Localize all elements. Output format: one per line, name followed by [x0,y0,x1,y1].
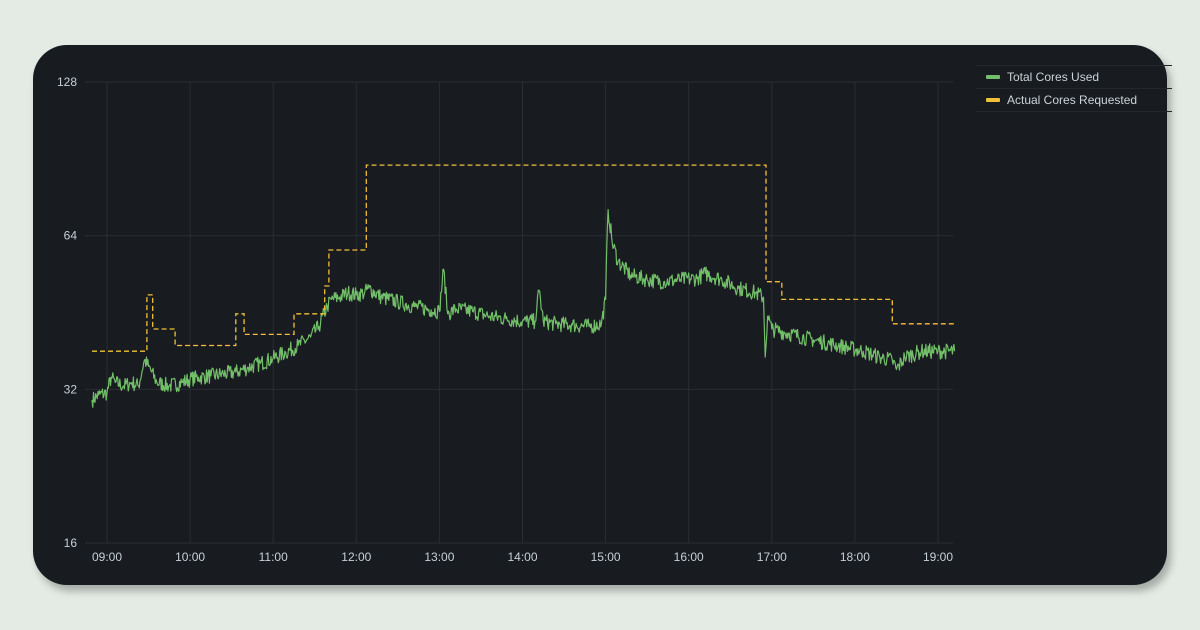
timeseries-chart[interactable]: 16 32 64 128 09:00 10:00 11:00 12:00 13:00 14:00 1… [33,45,1167,585]
series-line-total-cores-used [91,209,956,408]
x-tick-label: 17:00 [757,550,787,564]
x-tick-label: 13:00 [424,550,454,564]
x-tick-label: 14:00 [507,550,537,564]
x-tick-label: 18:00 [840,550,870,564]
y-tick-label: 16 [64,536,78,550]
y-tick-label: 128 [57,75,77,89]
x-tick-label: 16:00 [674,550,704,564]
axis-labels: 16 32 64 128 09:00 10:00 11:00 12:00 13:00 14:00 1… [57,75,953,564]
legend-item-used[interactable]: Total Cores Used [976,65,1172,89]
x-tick-label: 11:00 [259,550,288,564]
y-tick-label: 32 [64,382,78,396]
legend-swatch-used [986,75,1000,79]
legend-label-requested: Actual Cores Requested [1007,93,1138,107]
x-tick-label: 10:00 [175,550,205,564]
x-tick-label: 12:00 [341,550,371,564]
series-lines [91,164,956,408]
legend-label-used: Total Cores Used [1007,70,1100,84]
x-tick-label: 15:00 [591,550,621,564]
x-tick-label: 09:00 [92,550,122,564]
legend-item-requested[interactable]: Actual Cores Requested [976,89,1172,112]
x-tick-label: 19:00 [923,550,953,564]
chart-panel: 16 32 64 128 09:00 10:00 11:00 12:00 13:00 14:00 1… [33,45,1172,585]
legend-swatch-requested [986,98,1000,102]
grid-lines [85,81,953,544]
y-tick-label: 64 [64,229,78,243]
series-line-actual-cores-requested [92,164,955,352]
legend: Total Cores Used Actual Cores Requested [976,65,1172,112]
